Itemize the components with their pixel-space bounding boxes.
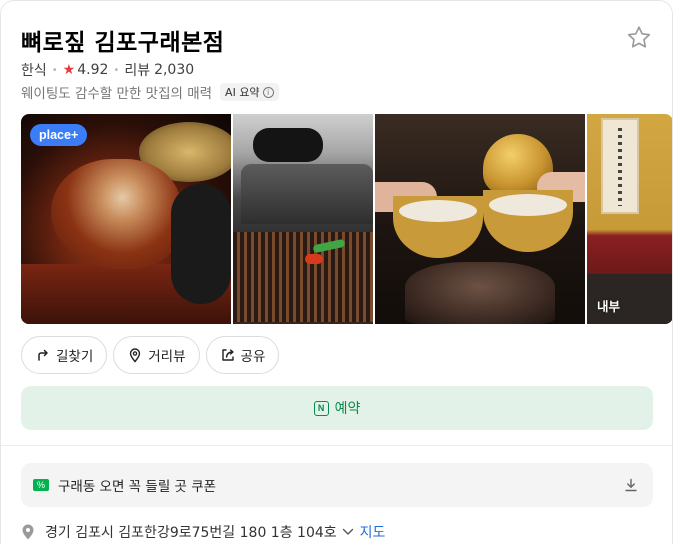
place-title[interactable]: 뼈로짚 김포구래본점	[21, 23, 224, 57]
photo-food-1[interactable]: place+	[21, 114, 231, 324]
photo-makgeolli-toast[interactable]	[375, 114, 585, 324]
share-icon	[221, 349, 234, 361]
separator-dot: •	[51, 64, 58, 76]
map-pin-icon	[22, 524, 34, 540]
action-bar: 길찾기 거리뷰 공유	[21, 336, 280, 374]
review-count[interactable]: 2,030	[154, 62, 194, 78]
share-button[interactable]: 공유	[205, 336, 280, 374]
section-divider	[1, 445, 672, 446]
category-label: 한식	[21, 63, 47, 79]
photo-grill[interactable]	[233, 114, 373, 324]
chevron-down-icon[interactable]	[342, 528, 354, 536]
streetview-button[interactable]: 거리뷰	[113, 336, 200, 374]
review-label[interactable]: 리뷰	[124, 60, 150, 80]
reserve-button[interactable]: N 예약	[21, 386, 653, 430]
place-plus-badge: place+	[30, 124, 88, 146]
address-text[interactable]: 경기 김포시 김포한강9로75번길 180 1층 104호	[45, 522, 337, 542]
info-icon[interactable]: i	[262, 86, 274, 98]
coupon-text: 구래동 오면 꼭 들릴 곳 쿠폰	[58, 479, 217, 495]
share-label: 공유	[240, 349, 266, 365]
download-icon[interactable]	[623, 477, 639, 493]
coupon-icon: %	[33, 479, 49, 491]
reserve-label: 예약	[334, 401, 361, 417]
coupon-banner[interactable]: % 구래동 오면 꼭 들릴 곳 쿠폰	[21, 463, 653, 507]
place-tagline: 웨이팅도 감수할 만한 맛집의 매력 AI 요약 i	[21, 82, 279, 102]
rating-star-icon: ★	[62, 62, 76, 78]
tagline-text: 웨이팅도 감수할 만한 맛집의 매력	[21, 86, 213, 102]
address-row: 경기 김포시 김포한강9로75번길 180 1층 104호 지도	[21, 522, 385, 542]
ai-summary-badge[interactable]: AI 요약 i	[220, 83, 279, 101]
place-card: 뼈로짚 김포구래본점 한식 • ★ 4.92 • 리뷰 2,030 웨이팅도 감…	[0, 0, 673, 544]
location-pin-icon	[130, 348, 141, 363]
photo-gallery[interactable]: place+ 내부	[21, 114, 672, 324]
ai-badge-label: AI 요약	[225, 86, 260, 99]
map-link[interactable]: 지도	[360, 522, 386, 542]
favorite-star-icon[interactable]	[625, 24, 653, 52]
directions-arrow-icon	[38, 349, 48, 361]
separator-dot: •	[113, 64, 120, 76]
photo-interior[interactable]: 내부	[587, 114, 672, 324]
rating-value: 4.92	[77, 62, 109, 78]
streetview-label: 거리뷰	[148, 349, 186, 365]
interior-label: 내부	[597, 299, 621, 314]
directions-button[interactable]: 길찾기	[21, 336, 108, 374]
naver-reserve-icon: N	[313, 400, 329, 416]
directions-label: 길찾기	[56, 349, 94, 365]
place-meta: 한식 • ★ 4.92 • 리뷰 2,030	[21, 60, 194, 80]
